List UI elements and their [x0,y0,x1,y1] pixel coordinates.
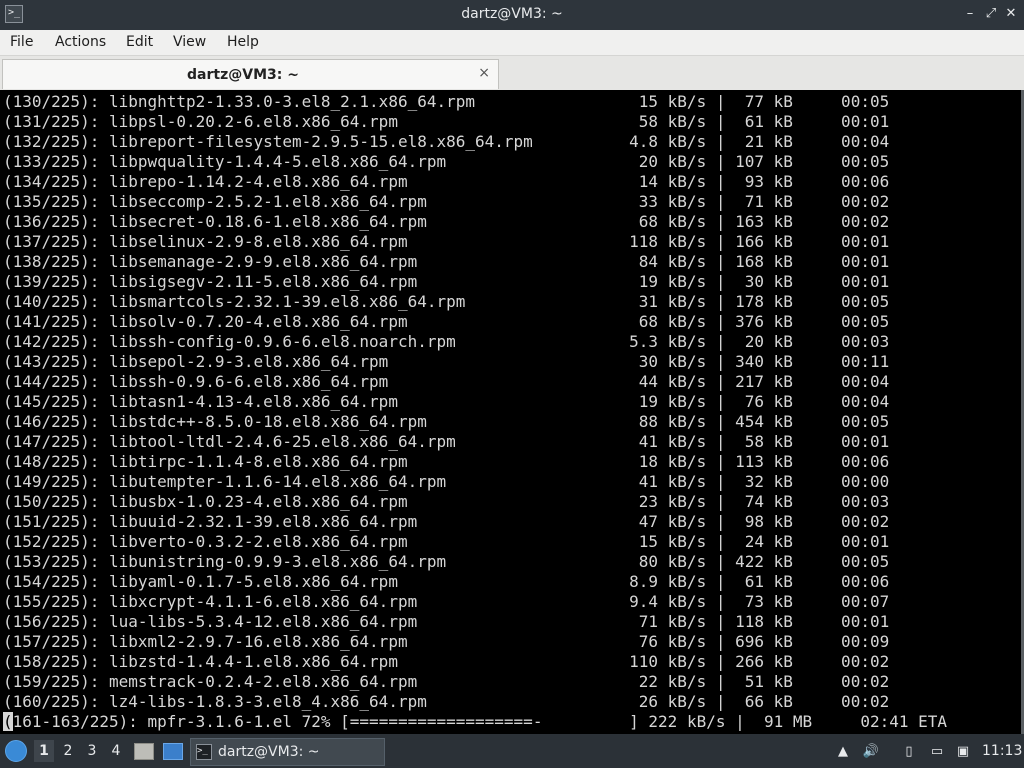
workspace-1[interactable]: 1 [34,740,54,762]
terminal-cursor: ( [3,712,13,731]
menu-help[interactable]: Help [227,34,259,50]
terminal-icon: >_ [196,744,212,760]
tab-bar: dartz@VM3: ~ × [0,56,1024,90]
terminal-line: (153/225): libunistring-0.9.9-3.el8.x86_… [3,552,890,571]
terminal-line: (158/225): libzstd-1.4.4-1.el8.x86_64.rp… [3,652,890,671]
terminal-line: (160/225): lz4-libs-1.8.3-3.el8_4.x86_64… [3,692,890,711]
terminal-line: (131/225): libpsl-0.20.2-6.el8.x86_64.rp… [3,112,890,131]
terminal-line: (151/225): libuuid-2.32.1-39.el8.x86_64.… [3,512,890,531]
minimize-button[interactable]: – [962,6,978,22]
menu-file[interactable]: File [10,34,33,50]
terminal-line: (132/225): libreport-filesystem-2.9.5-15… [3,132,890,151]
terminal-line: (136/225): libsecret-0.18.6-1.el8.x86_64… [3,212,890,231]
terminal-line: (140/225): libsmartcols-2.32.1-39.el8.x8… [3,292,890,311]
terminal-line: (142/225): libssh-config-0.9.6-6.el8.noa… [3,332,890,351]
tab-terminal[interactable]: dartz@VM3: ~ × [2,59,499,89]
progress-text: 161-163/225): mpfr-3.1.6-1.el 72% [=====… [12,712,948,731]
window-title: dartz@VM3: ~ [461,6,563,22]
clipboard-icon[interactable]: ▯ [900,743,918,760]
terminal-line: (141/225): libsolv-0.7.20-4.el8.x86_64.r… [3,312,890,331]
terminal-line: (157/225): libxml2-2.9.7-16.el8.x86_64.r… [3,632,890,651]
workspace-2[interactable]: 2 [58,740,78,762]
terminal-line: (133/225): libpwquality-1.4.4-5.el8.x86_… [3,152,890,171]
terminal-line: (138/225): libsemanage-2.9-9.el8.x86_64.… [3,252,890,271]
terminal-line: (159/225): memstrack-0.2.4-2.el8.x86_64.… [3,672,890,691]
maximize-button[interactable]: ⤢ [983,6,999,22]
menu-actions[interactable]: Actions [55,34,106,50]
taskbar: 1 2 3 4 >_ dartz@VM3: ~ ▲ 🔊 ▯ ▭ ▣ 11:13 [0,734,1024,768]
terminal-line: (144/225): libssh-0.9.6-6.el8.x86_64.rpm… [3,372,890,391]
download-progress-line: (161-163/225): mpfr-3.1.6-1.el 72% [====… [3,712,947,732]
terminal-line: (135/225): libseccomp-2.5.2-1.el8.x86_64… [3,192,890,211]
menu-bar: File Actions Edit View Help [0,30,1024,56]
volume-icon[interactable]: 🔊 [862,743,880,760]
terminal-line: (143/225): libsepol-2.9-3.el8.x86_64.rpm… [3,352,890,371]
tab-close-icon[interactable]: × [478,65,490,81]
terminal-line: (150/225): libusbx-1.0.23-4.el8.x86_64.r… [3,492,890,511]
terminal-line: (137/225): libselinux-2.9-8.el8.x86_64.r… [3,232,890,251]
menu-edit[interactable]: Edit [126,34,153,50]
terminal-line: (147/225): libtool-ltdl-2.4.6-25.el8.x86… [3,432,890,451]
start-menu-icon[interactable] [5,740,27,762]
network-icon[interactable]: ▭ [928,743,946,760]
terminal-line: (139/225): libsigsegv-2.11-5.el8.x86_64.… [3,272,890,291]
workspace-4[interactable]: 4 [106,740,126,762]
terminal-line: (155/225): libxcrypt-4.1.1-6.el8.x86_64.… [3,592,890,611]
window-titlebar: >_ dartz@VM3: ~ – ⤢ ✕ [0,0,1024,30]
terminal-line: (146/225): libstdc++-8.5.0-18.el8.x86_64… [3,412,890,431]
tab-label: dartz@VM3: ~ [187,67,299,83]
terminal-line: (148/225): libtirpc-1.1.4-8.el8.x86_64.r… [3,452,890,471]
workspace-3[interactable]: 3 [82,740,102,762]
terminal-output[interactable]: (130/225): libnghttp2-1.33.0-3.el8_2.1.x… [0,90,1024,734]
terminal-line: (130/225): libnghttp2-1.33.0-3.el8_2.1.x… [3,92,890,111]
taskbar-task-label: dartz@VM3: ~ [218,744,320,760]
terminal-line: (145/225): libtasn1-4.13-4.el8.x86_64.rp… [3,392,890,411]
notes-icon[interactable]: ▣ [954,743,972,760]
menu-view[interactable]: View [173,34,206,50]
taskbar-terminal-button[interactable]: >_ dartz@VM3: ~ [190,738,385,766]
terminal-line: (134/225): librepo-1.14.2-4.el8.x86_64.r… [3,172,890,191]
terminal-line: (154/225): libyaml-0.1.7-5.el8.x86_64.rp… [3,572,890,591]
file-manager-icon[interactable] [134,743,154,760]
close-button[interactable]: ✕ [1003,6,1019,22]
terminal-line: (149/225): libutempter-1.1.6-14.el8.x86_… [3,472,890,491]
terminal-lines: (130/225): libnghttp2-1.33.0-3.el8_2.1.x… [3,92,947,732]
tray-up-arrow-icon[interactable]: ▲ [834,743,852,760]
terminal-line: (152/225): libverto-0.3.2-2.el8.x86_64.r… [3,532,890,551]
clock: 11:13 [982,743,1023,759]
show-desktop-icon[interactable] [163,743,183,760]
terminal-line: (156/225): lua-libs-5.3.4-12.el8.x86_64.… [3,612,890,631]
